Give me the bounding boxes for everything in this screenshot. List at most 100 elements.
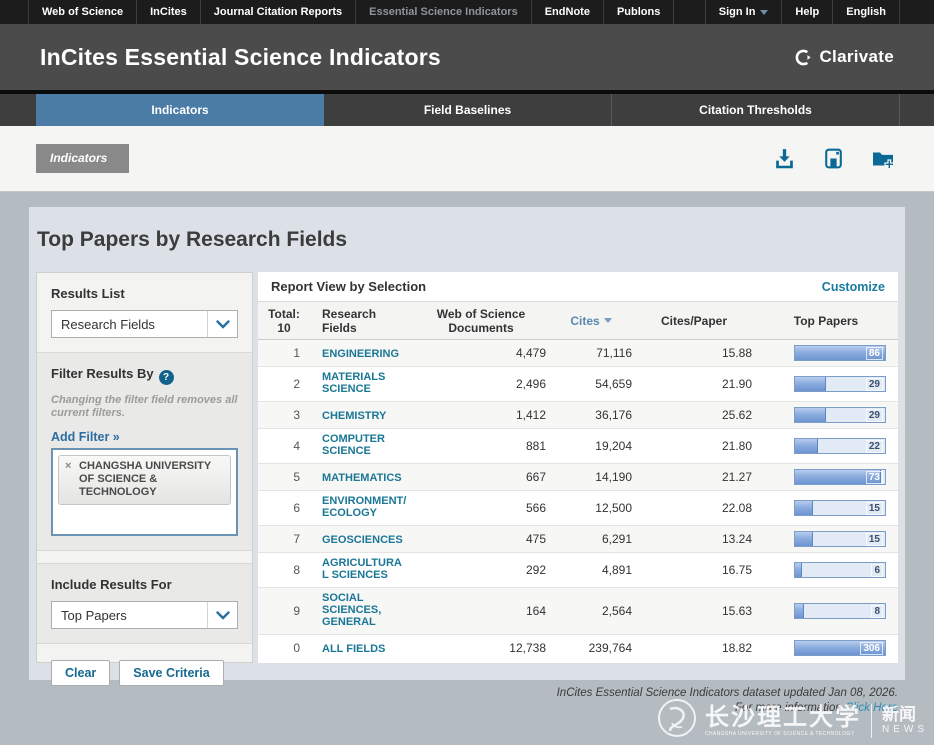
report-rows: 1 ENGINEERING 4,479 71,116 15.88 86 2 MA…	[258, 340, 898, 661]
column-header-research-fields[interactable]: Research Fields	[310, 307, 414, 335]
rank-cell: 7	[258, 532, 310, 546]
research-field-link[interactable]: CHEMISTRY	[322, 410, 386, 422]
research-field-link[interactable]: SOCIAL SCIENCES, GENERAL	[322, 592, 408, 628]
top-papers-bar[interactable]: 86	[794, 345, 886, 361]
research-field-link[interactable]: AGRICULTURAL SCIENCES	[322, 557, 408, 581]
documents-cell: 667	[414, 470, 548, 484]
nav-item-web-of-science[interactable]: Web of Science	[28, 0, 137, 24]
results-list-value: Research Fields	[52, 317, 207, 332]
research-field-link[interactable]: ALL FIELDS	[322, 643, 385, 655]
top-papers-value: 306	[860, 642, 883, 655]
top-papers-bar[interactable]: 8	[794, 603, 886, 619]
click-here-link[interactable]: Click Here	[845, 702, 898, 714]
documents-cell: 566	[414, 501, 548, 515]
more-info-text: For more information	[735, 702, 845, 714]
tab-indicators[interactable]: Indicators	[36, 94, 324, 126]
documents-cell: 4,479	[414, 346, 548, 360]
filter-tag[interactable]: × CHANGSHA UNIVERSITY OF SCIENCE & TECHN…	[58, 455, 231, 505]
top-papers-value: 73	[866, 471, 883, 484]
cites-cell: 19,204	[548, 439, 634, 453]
sign-in-menu[interactable]: Sign In	[705, 0, 783, 24]
top-papers-value: 29	[866, 409, 883, 422]
top-papers-bar[interactable]: 29	[794, 407, 886, 423]
cites-per-paper-cell: 15.63	[634, 604, 754, 618]
clarivate-logo: Clarivate	[794, 47, 894, 67]
include-results-select[interactable]: Top Papers	[51, 601, 238, 629]
research-field-link[interactable]: ENGINEERING	[322, 348, 399, 360]
field-cell: ENVIRONMENT/ECOLOGY	[310, 495, 414, 521]
add-filter-link[interactable]: Add Filter »	[51, 430, 120, 444]
documents-cell: 2,496	[414, 377, 548, 391]
table-row: 7 GEOSCIENCES 475 6,291 13.24 15	[258, 525, 898, 552]
top-papers-bar-fill	[795, 563, 802, 577]
top-papers-bar[interactable]: 15	[794, 500, 886, 516]
add-to-folder-icon[interactable]	[870, 146, 896, 171]
cites-cell: 6,291	[548, 532, 634, 546]
top-papers-bar[interactable]: 15	[794, 531, 886, 547]
download-icon[interactable]	[772, 146, 797, 171]
results-list-select[interactable]: Research Fields	[51, 310, 238, 338]
indicators-chip[interactable]: Indicators	[36, 144, 129, 173]
print-icon[interactable]	[821, 146, 846, 171]
column-header-cites-per-paper[interactable]: Cites/Paper	[634, 314, 754, 328]
clear-button[interactable]: Clear	[51, 660, 110, 686]
save-criteria-button[interactable]: Save Criteria	[119, 660, 223, 686]
field-cell: MATHEMATICS	[310, 468, 414, 486]
research-field-link[interactable]: COMPUTER SCIENCE	[322, 433, 408, 457]
column-header-wos-documents[interactable]: Web of Science Documents	[414, 307, 548, 335]
top-papers-cell: 15	[754, 500, 898, 516]
top-navbar: Web of Science InCites Journal Citation …	[0, 0, 934, 24]
content-panel: Top Papers by Research Fields Results Li…	[29, 207, 905, 680]
tab-citation-thresholds[interactable]: Citation Thresholds	[612, 94, 900, 126]
documents-cell: 881	[414, 439, 548, 453]
language-selector[interactable]: English	[833, 0, 900, 24]
top-papers-bar[interactable]: 73	[794, 469, 886, 485]
total-value: 10	[258, 321, 310, 335]
close-icon[interactable]: ×	[65, 460, 71, 473]
nav-item-journal-citation-reports[interactable]: Journal Citation Reports	[201, 0, 356, 24]
top-papers-bar[interactable]: 6	[794, 562, 886, 578]
column-header-cites[interactable]: Cites	[548, 314, 634, 328]
research-field-link[interactable]: ENVIRONMENT/ECOLOGY	[322, 495, 408, 519]
total-header: Total: 10	[258, 307, 310, 335]
research-field-link[interactable]: MATHEMATICS	[322, 472, 402, 484]
active-filters-box: × CHANGSHA UNIVERSITY OF SCIENCE & TECHN…	[51, 448, 238, 536]
field-cell: ENGINEERING	[310, 344, 414, 362]
top-papers-bar-fill	[795, 501, 813, 515]
table-row: 9 SOCIAL SCIENCES, GENERAL 164 2,564 15.…	[258, 587, 898, 634]
tab-field-baselines[interactable]: Field Baselines	[324, 94, 612, 126]
university-name-en: CHANGSHA UNIVERSITY OF SCIENCE & TECHNOL…	[705, 731, 861, 737]
sign-in-label: Sign In	[719, 6, 756, 18]
field-cell: AGRICULTURAL SCIENCES	[310, 557, 414, 583]
column-header-top-papers[interactable]: Top Papers	[754, 314, 898, 328]
nav-item-incites[interactable]: InCites	[137, 0, 201, 24]
chevron-down-icon	[207, 311, 237, 337]
filter-note: Changing the filter field removes all cu…	[51, 394, 238, 420]
top-papers-value: 15	[866, 502, 883, 515]
cites-per-paper-cell: 21.90	[634, 377, 754, 391]
nav-item-endnote[interactable]: EndNote	[532, 0, 604, 24]
cites-per-paper-cell: 21.80	[634, 439, 754, 453]
research-field-link[interactable]: GEOSCIENCES	[322, 534, 403, 546]
customize-link[interactable]: Customize	[822, 280, 885, 294]
research-field-link[interactable]: MATERIALS SCIENCE	[322, 371, 408, 395]
help-icon[interactable]: ?	[159, 370, 174, 385]
nav-item-essential-science-indicators[interactable]: Essential Science Indicators	[356, 0, 532, 24]
cites-per-paper-cell: 15.88	[634, 346, 754, 360]
rank-cell: 1	[258, 346, 310, 360]
cites-per-paper-cell: 25.62	[634, 408, 754, 422]
top-papers-value: 29	[866, 378, 883, 391]
table-header-row: Total: 10 Research Fields Web of Science…	[258, 302, 898, 340]
include-results-label: Include Results For	[51, 577, 238, 592]
table-row: 4 COMPUTER SCIENCE 881 19,204 21.80 22	[258, 428, 898, 463]
report-header-bar: Report View by Selection Customize	[258, 272, 898, 302]
page-title: Top Papers by Research Fields	[29, 207, 905, 272]
top-papers-bar[interactable]: 22	[794, 438, 886, 454]
nav-item-help[interactable]: Help	[782, 0, 833, 24]
include-results-value: Top Papers	[52, 608, 207, 623]
top-papers-cell: 306	[754, 640, 898, 656]
top-papers-bar[interactable]: 29	[794, 376, 886, 392]
nav-item-publons[interactable]: Publons	[604, 0, 674, 24]
rank-cell: 0	[258, 641, 310, 655]
top-papers-bar[interactable]: 306	[794, 640, 886, 656]
